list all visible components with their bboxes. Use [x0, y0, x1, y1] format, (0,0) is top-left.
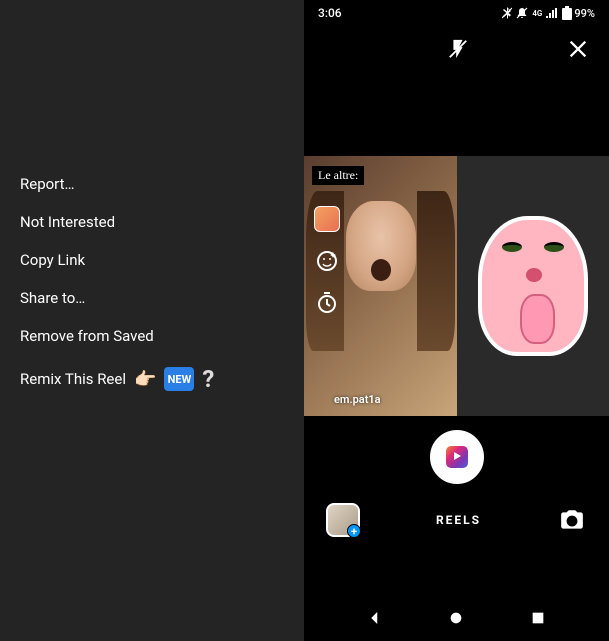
- capture-button[interactable]: [430, 430, 484, 484]
- person-mouth: [371, 259, 391, 281]
- person-hair: [417, 191, 455, 351]
- close-icon[interactable]: [567, 38, 589, 64]
- battery-text: 99%: [574, 7, 595, 20]
- signal-4g-icon: 4G: [532, 9, 542, 18]
- menu-label: Remove from Saved: [20, 327, 154, 345]
- menu-item-share-to[interactable]: Share to…: [0, 279, 304, 317]
- status-bar: 3:06 4G 99%: [304, 0, 609, 26]
- capture-inner: [439, 439, 475, 475]
- panther-body: [478, 216, 588, 356]
- mode-label: REELS: [436, 513, 481, 527]
- menu-item-report[interactable]: Report…: [0, 165, 304, 203]
- preview-right-pane: [457, 156, 609, 416]
- status-time: 3:06: [318, 6, 342, 20]
- audio-thumb-icon[interactable]: [314, 206, 340, 232]
- effects-icon[interactable]: [314, 248, 340, 274]
- person-face: [346, 201, 416, 291]
- dnd-icon: [516, 7, 528, 19]
- timer-icon[interactable]: [314, 290, 340, 316]
- bottom-row: + REELS: [304, 492, 609, 548]
- overlay-text: Le altre:: [312, 166, 364, 185]
- panther-nose: [526, 268, 542, 282]
- pointing-hand-icon: 👉🏻: [134, 369, 156, 390]
- status-icons: 4G 99%: [502, 6, 595, 20]
- nav-back-icon[interactable]: [355, 598, 395, 638]
- menu-label: Copy Link: [20, 251, 85, 269]
- question-mark-icon: ?: [202, 365, 214, 393]
- flash-off-icon[interactable]: [447, 38, 469, 64]
- top-controls: [304, 26, 609, 76]
- new-badge: NEW: [164, 367, 194, 391]
- battery-icon: 99%: [562, 6, 595, 20]
- panther-arm: [520, 294, 555, 344]
- menu-list: Report… Not Interested Copy Link Share t…: [0, 165, 304, 403]
- capture-area: [304, 422, 609, 492]
- pink-panther-sticker: [478, 216, 588, 356]
- username-label: em.pat1a: [334, 393, 381, 406]
- nav-bar: [304, 595, 609, 641]
- menu-item-remix-reel[interactable]: Remix This Reel 👉🏻 NEW ?: [0, 355, 304, 403]
- context-menu-panel: Report… Not Interested Copy Link Share t…: [0, 0, 304, 641]
- menu-label: Remix This Reel: [20, 370, 126, 388]
- preview-area: Le altre: em.pat1a: [304, 156, 609, 416]
- nav-home-icon[interactable]: [436, 598, 476, 638]
- nav-recent-icon[interactable]: [518, 598, 558, 638]
- gallery-button[interactable]: +: [326, 503, 360, 537]
- side-controls: [314, 206, 340, 316]
- menu-label: Not Interested: [20, 213, 115, 231]
- menu-item-not-interested[interactable]: Not Interested: [0, 203, 304, 241]
- signal-icon: [546, 8, 558, 18]
- menu-item-copy-link[interactable]: Copy Link: [0, 241, 304, 279]
- menu-label: Share to…: [20, 289, 85, 307]
- switch-camera-icon[interactable]: [557, 505, 587, 535]
- phone-screen: 3:06 4G 99%: [304, 0, 609, 641]
- menu-item-remove-saved[interactable]: Remove from Saved: [0, 317, 304, 355]
- panther-eyes: [502, 242, 564, 252]
- menu-label: Report…: [20, 175, 75, 193]
- bluetooth-icon: [502, 7, 512, 19]
- plus-badge-icon: +: [347, 524, 361, 538]
- reels-logo-icon: [446, 446, 468, 468]
